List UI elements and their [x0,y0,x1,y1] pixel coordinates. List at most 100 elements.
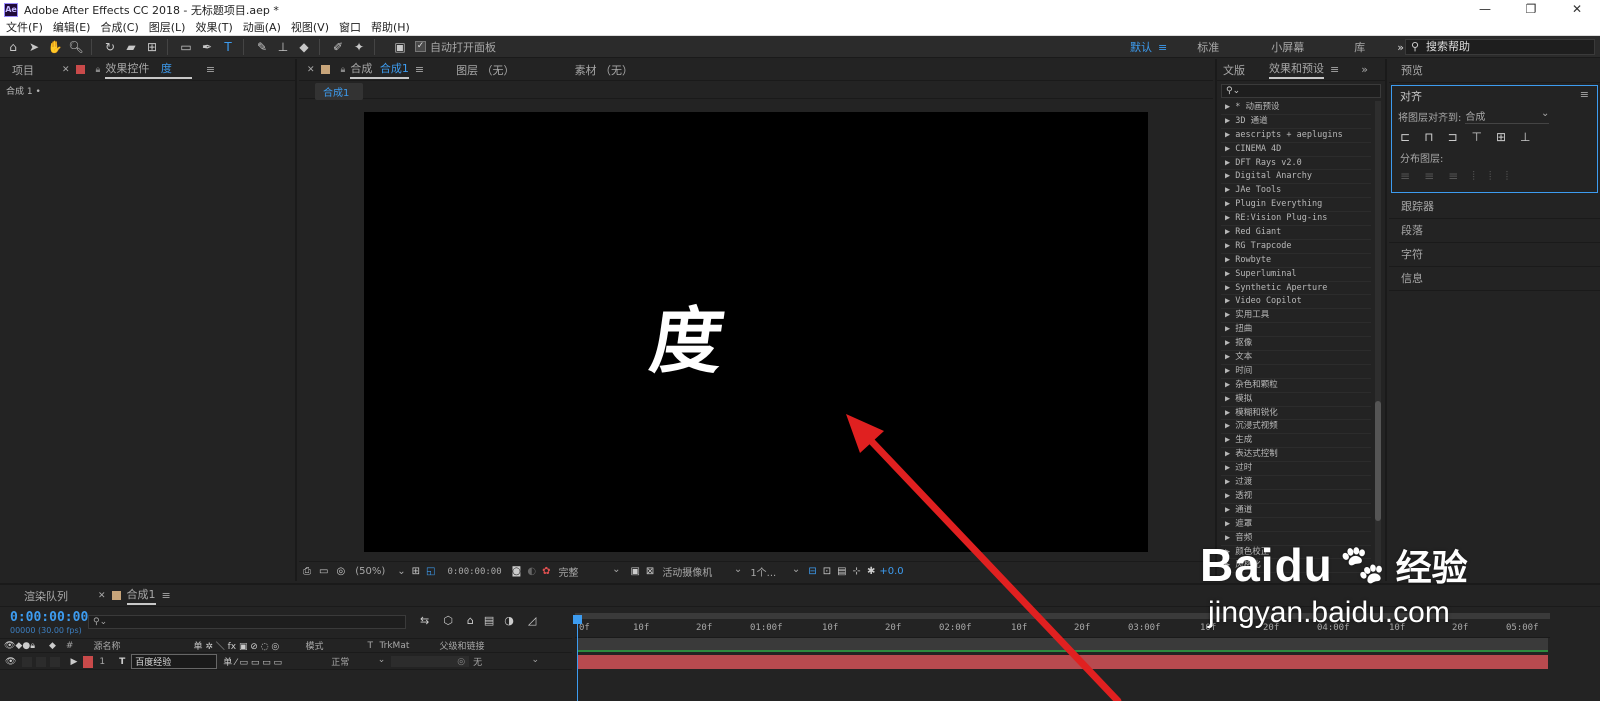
effects-category[interactable]: ▶ 表达式控制 [1221,448,1371,463]
frame-blending-icon[interactable]: ▤ [484,614,494,627]
info-section[interactable]: 信息 [1389,267,1600,291]
layer-name-field[interactable]: 百度经验 [131,654,218,669]
panel-menu-icon[interactable]: ≡ [206,63,215,76]
distribute-bottom-icon[interactable]: ≡ [1448,169,1458,184]
tab-render-queue[interactable]: 渲染队列 [24,588,68,604]
mode-select[interactable]: 正常 ⌄ [331,655,385,668]
composition-canvas[interactable]: 度 [364,112,1148,552]
preview-section[interactable]: 预览 [1389,59,1600,83]
region-of-interest-icon[interactable]: ▣ [630,566,639,577]
zoom-tool-icon[interactable]: 🔍︎ [67,38,85,56]
clone-stamp-tool-icon[interactable]: ⊥ [274,38,292,56]
effects-category[interactable]: ▶ RE:Vision Plug-ins [1221,212,1371,227]
layer-label-color[interactable] [83,655,94,668]
motion-blur-icon[interactable]: ◑ [504,614,514,627]
lock-icon[interactable]: 🔒︎ [341,65,346,75]
workspace-more-icon[interactable]: » [1397,41,1404,54]
panel-menu-icon[interactable]: ≡ [415,63,424,76]
menu-help[interactable]: 帮助(H) [371,19,410,35]
color-channel-icon[interactable]: ✿ [542,566,550,577]
distribute-top-icon[interactable]: ≡ [1400,169,1410,184]
effects-category[interactable]: ▶ 实用工具 [1221,309,1371,324]
effects-category[interactable]: ▶ Digital Anarchy [1221,170,1371,185]
type-tool-icon[interactable]: T [219,38,237,56]
panel-menu-icon[interactable]: ≡ [1330,63,1339,76]
effects-category[interactable]: ▶ 模糊和锐化 [1221,407,1371,421]
exposure-value[interactable]: +0.0 [879,566,903,577]
panel-expand-icon[interactable]: » [1361,63,1368,76]
resolution-select[interactable]: 完整 ⌄ [558,564,620,579]
effects-category[interactable]: ▶ 遮罩 [1221,518,1371,532]
effects-category[interactable]: ▶ 过时 [1221,462,1371,477]
parent-select[interactable]: 无 ⌄ [473,655,539,668]
menu-animation[interactable]: 动画(A) [243,19,281,35]
pickwhip-icon[interactable]: ◎ [457,657,465,667]
timeline-icon[interactable]: ▤ [837,566,846,577]
close-icon[interactable]: ✕ [98,591,106,601]
selection-tool-icon[interactable]: ➤ [25,38,43,56]
camera-snapshot-icon[interactable]: ◙ [512,566,522,577]
effects-category[interactable]: ▶ 模拟 [1221,393,1371,407]
camera-tool-icon[interactable]: ▰ [122,38,140,56]
character-section[interactable]: 字符 [1389,243,1600,267]
layer-row[interactable]: 👁︎ ▶ 1 T 百度经验 单 ⁄ ▭ ▭ ▭ ▭ 正常 ⌄ ◎ 无 ⌄ [0,654,572,670]
pan-behind-tool-icon[interactable]: ⊞ [143,38,161,56]
pen-tool-icon[interactable]: ✒ [198,38,216,56]
column-source-name[interactable]: 源名称 [93,639,193,652]
transparency-grid-icon[interactable]: ⊠ [646,566,654,577]
audio-switch[interactable] [22,656,33,667]
align-to-select[interactable]: 合成 ⌄ [1465,108,1550,124]
effects-category[interactable]: ▶ * 动画预设 [1221,101,1371,115]
scrollbar-thumb[interactable] [1375,401,1381,521]
effects-category[interactable]: ▶ 生成 [1221,434,1371,449]
effects-category[interactable]: ▶ Synthetic Aperture [1221,282,1371,296]
effects-category[interactable]: ▶ 扭曲 [1221,323,1371,338]
effects-category[interactable]: ▶ Superluminal [1221,268,1371,282]
lock-switch[interactable] [50,656,61,667]
solo-switch[interactable] [36,656,47,667]
effects-scrollbar[interactable] [1375,101,1381,577]
tab-effects-presets[interactable]: 效果和预设 [1269,60,1324,79]
playhead[interactable] [573,615,582,701]
tab-libraries[interactable]: 文版 [1223,62,1245,78]
distribute-vcenter-icon[interactable]: ≡ [1424,169,1434,184]
hamburger-icon[interactable]: ≡ [1158,41,1167,54]
chevron-down-icon[interactable]: ⌄ [397,566,405,577]
menu-window[interactable]: 窗口 [339,19,361,35]
zoom-level[interactable]: (50%) [355,566,385,577]
distribute-left-icon[interactable]: ⦙ [1472,169,1475,184]
menu-composition[interactable]: 合成(C) [100,19,138,35]
work-area-bar[interactable] [577,638,1548,652]
effects-category[interactable]: ▶ 文本 [1221,351,1371,365]
effects-category[interactable]: ▶ DFT Rays v2.0 [1221,157,1371,171]
effects-category[interactable]: ▶ CINEMA 4D [1221,143,1371,157]
camera-select[interactable]: 活动摄像机 ⌄ [662,564,742,579]
align-right-icon[interactable]: ⊐ [1447,130,1457,144]
distribute-right-icon[interactable]: ⦙ [1506,169,1509,184]
viewer-timecode[interactable]: 0:00:00:00 [447,567,501,577]
panel-menu-icon[interactable]: ≡ [1580,88,1589,104]
region-icon[interactable]: ◱ [426,566,435,577]
help-search-input[interactable]: ⚲ 搜索帮助 [1405,39,1595,55]
effects-category[interactable]: ▶ 通道 [1221,504,1371,518]
shy-layers-icon[interactable]: ⌂ [467,614,474,627]
paragraph-section[interactable]: 段落 [1389,219,1600,243]
effects-category[interactable]: ▶ 3D 通道 [1221,115,1371,129]
roto-brush-tool-icon[interactable]: ✐ [329,38,347,56]
maximize-button[interactable]: ❐ [1508,0,1554,19]
grid-icon[interactable]: ⊞ [412,566,420,577]
snapshot-settings-icon[interactable]: ⎙ [303,566,311,577]
workspace-library[interactable]: 库 [1354,39,1365,55]
timeline-timecode[interactable]: 0:00:00:00 [10,610,88,625]
effects-category[interactable]: ▶ Plugin Everything [1221,198,1371,213]
effects-category[interactable]: ▶ Rowbyte [1221,254,1371,268]
tab-project[interactable]: 项目 [12,62,34,78]
effects-category[interactable]: ▶ aescripts + aeplugins [1221,129,1371,143]
home-icon[interactable]: ⌂ [4,38,22,56]
views-select[interactable]: 1个... ⌄ [750,564,800,579]
effects-category[interactable]: ▶ RG Trapcode [1221,240,1371,254]
layer-duration-bar[interactable] [577,655,1548,669]
tab-effect-controls[interactable]: 效果控件 度 [105,60,192,79]
canvas-text-layer[interactable]: 度 [645,282,732,387]
eraser-tool-icon[interactable]: ◆ [295,38,313,56]
